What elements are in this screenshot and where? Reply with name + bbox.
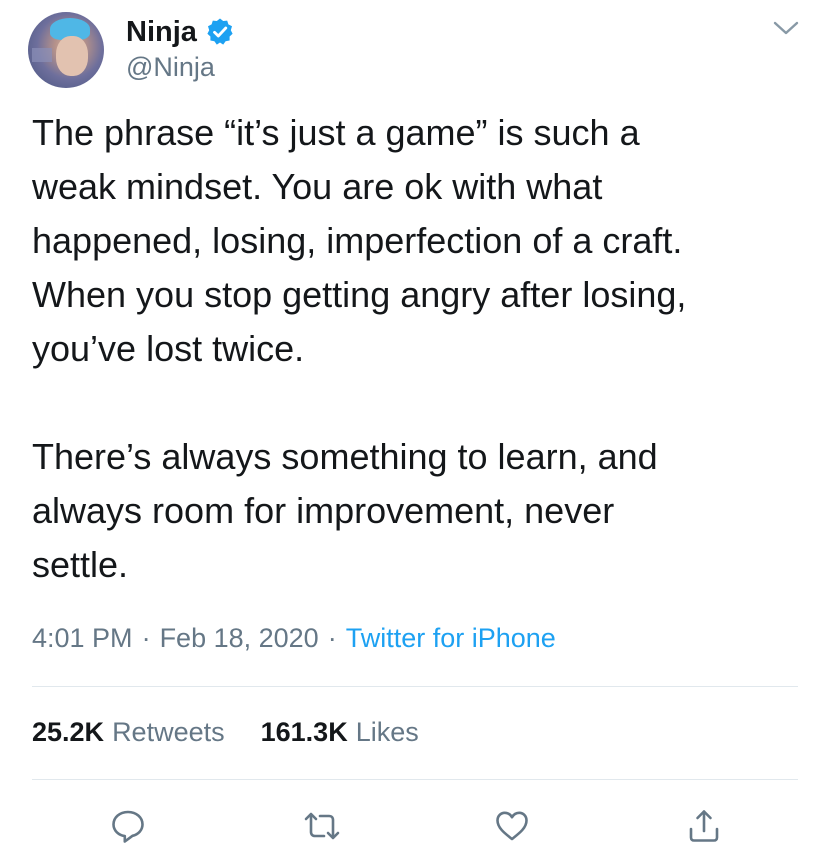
like-button[interactable] <box>488 804 536 852</box>
tweet-time[interactable]: 4:01 PM <box>32 623 133 654</box>
user-handle[interactable]: @Ninja <box>126 52 215 83</box>
tweet-actions <box>0 800 828 856</box>
tweet-meta: 4:01 PM · Feb 18, 2020 · Twitter for iPh… <box>32 618 556 658</box>
retweets-count: 25.2K <box>32 716 105 747</box>
likes-label: Likes <box>355 716 419 747</box>
retweet-icon <box>302 807 342 850</box>
retweets-label: Retweets <box>112 716 225 747</box>
tweet-stats: 25.2K Retweets 161.3K Likes <box>32 712 419 752</box>
tweet-detail: Ninja @Ninja The phrase “it’s just a gam… <box>0 0 828 863</box>
retweets-stat[interactable]: 25.2K Retweets <box>32 717 225 748</box>
likes-count: 161.3K <box>260 716 348 747</box>
tweet-source-link[interactable]: Twitter for iPhone <box>346 623 556 654</box>
avatar[interactable] <box>28 12 104 88</box>
meta-separator: · <box>327 622 337 653</box>
share-button[interactable] <box>680 804 728 852</box>
divider <box>32 779 798 780</box>
likes-stat[interactable]: 161.3K Likes <box>261 717 419 748</box>
divider <box>32 686 798 687</box>
display-name[interactable]: Ninja <box>126 16 197 49</box>
reply-icon <box>109 807 147 850</box>
meta-separator: · <box>141 622 151 653</box>
tweet-text: The phrase “it’s just a game” is such a … <box>32 112 687 585</box>
share-icon <box>685 807 723 850</box>
retweet-button[interactable] <box>298 804 346 852</box>
verified-badge-icon <box>205 17 235 47</box>
chevron-down-icon[interactable] <box>772 16 800 40</box>
tweet-date[interactable]: Feb 18, 2020 <box>160 623 319 654</box>
reply-button[interactable] <box>104 804 152 852</box>
heart-icon <box>493 807 531 850</box>
author-name-row: Ninja <box>126 14 235 50</box>
